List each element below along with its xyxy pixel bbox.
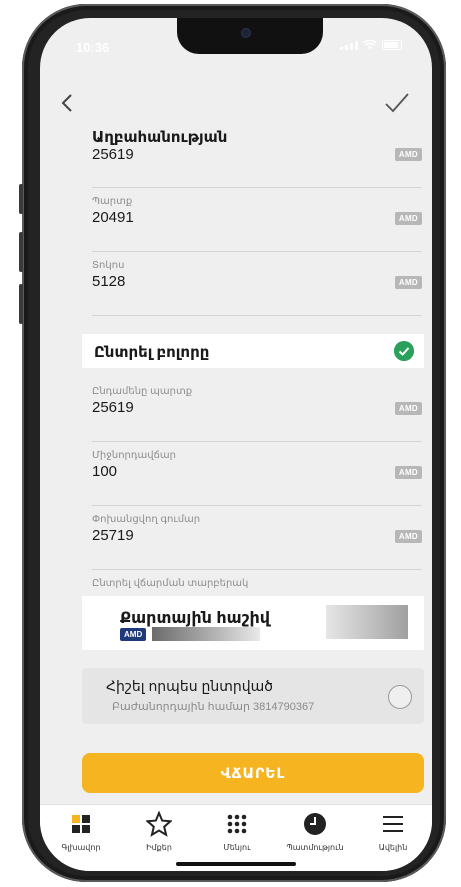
phone-side-button: [19, 184, 23, 214]
row-commission: Միջնորդավճար 100 AMD: [92, 450, 422, 506]
phone-volume-down: [19, 284, 23, 324]
tab-label: Գլխավոր: [61, 843, 101, 852]
history-clock-icon: [304, 813, 326, 835]
tab-more[interactable]: Ավելին: [354, 811, 432, 852]
payment-method-title: Քարտային հաշիվ: [120, 610, 271, 627]
remember-as-selected-option[interactable]: Հիշել որպես ընտրված Բաժանորդային համար 3…: [82, 668, 424, 724]
currency-tag: AMD: [394, 466, 422, 479]
row-total-debt: Ընդամենը պարտք 25619 AMD: [92, 386, 422, 442]
row-label: Պարտք: [92, 196, 133, 207]
row-debt: Պարտք 20491 AMD: [92, 196, 422, 252]
row-transfer-amount: Փոխանցվող գումար 25719 AMD: [92, 514, 422, 570]
masked-card-image: [326, 605, 408, 639]
wifi-icon: [363, 40, 377, 50]
row-label: Տոկոս: [92, 260, 125, 271]
tab-label: Մենյու: [223, 843, 251, 852]
phone-volume-up: [19, 232, 23, 272]
menu-dots-icon: [227, 814, 247, 834]
currency-tag: AMD: [394, 402, 422, 415]
select-all-label: Ընտրել բոլորը: [94, 344, 210, 361]
currency-tag: AMD: [394, 148, 422, 161]
camera-icon: [241, 28, 251, 38]
back-chevron-icon[interactable]: [60, 94, 76, 112]
bottom-tab-bar: Գլխավոր Իմքեր Մենյու Պատմություն Ավելին: [40, 804, 432, 871]
top-bar: [40, 88, 432, 118]
row-label: Ընդամենը պարտք: [92, 386, 193, 397]
currency-tag: AMD: [394, 530, 422, 543]
currency-tag: AMD: [394, 212, 422, 225]
row-label: Աղբահանության: [92, 129, 228, 146]
select-all-option[interactable]: Ընտրել բոլորը: [82, 334, 424, 368]
pay-button[interactable]: ՎՃԱՐԵԼ: [82, 753, 424, 793]
tab-label: Իմքեր: [146, 843, 172, 852]
checked-circle-icon[interactable]: [394, 341, 414, 361]
tab-favorites[interactable]: Իմքեր: [120, 811, 198, 852]
star-icon: [146, 811, 172, 837]
confirm-check-icon[interactable]: [384, 92, 410, 114]
card-currency-badge: AMD: [120, 628, 147, 641]
row-value[interactable]: 100: [92, 463, 117, 480]
tab-menu[interactable]: Մենյու: [198, 811, 276, 852]
payment-method-section-label: Ընտրել վճարման տարբերակ: [92, 578, 249, 589]
home-grid-icon: [72, 815, 90, 833]
remember-title: Հիշել որպես ընտրված: [106, 678, 273, 694]
remember-radio[interactable]: [388, 685, 412, 709]
tab-history[interactable]: Պատմություն: [276, 811, 354, 852]
row-interest: Տոկոս 5128 AMD: [92, 260, 422, 316]
row-value: 25619: [92, 399, 134, 416]
app-screen: 10:36 Աղբահանության 25619 AMD Պարտք 2049…: [40, 18, 432, 871]
subscriber-number: Բաժանորդային համար 3814790367: [112, 701, 315, 713]
notch: [177, 18, 323, 54]
masked-card-number: [152, 627, 260, 641]
battery-icon: [382, 40, 402, 50]
tab-label: Պատմություն: [286, 843, 344, 852]
row-value: 25719: [92, 527, 134, 544]
home-indicator: [176, 862, 296, 866]
signal-icon: [340, 40, 358, 50]
status-icons: [340, 40, 402, 50]
row-label: Փոխանցվող գումար: [92, 514, 201, 525]
payment-method-card[interactable]: Քարտային հաշիվ AMD: [82, 596, 424, 650]
tab-home[interactable]: Գլխավոր: [42, 811, 120, 852]
tab-label: Ավելին: [378, 843, 408, 852]
row-value: 20491: [92, 209, 134, 226]
row-label: Միջնորդավճար: [92, 450, 176, 461]
status-time: 10:36: [76, 40, 110, 55]
row-value: 5128: [92, 273, 126, 290]
row-service: Աղբահանության 25619 AMD: [92, 129, 422, 188]
more-lines-icon: [383, 816, 403, 832]
currency-tag: AMD: [394, 276, 422, 289]
row-value: 25619: [92, 146, 134, 163]
